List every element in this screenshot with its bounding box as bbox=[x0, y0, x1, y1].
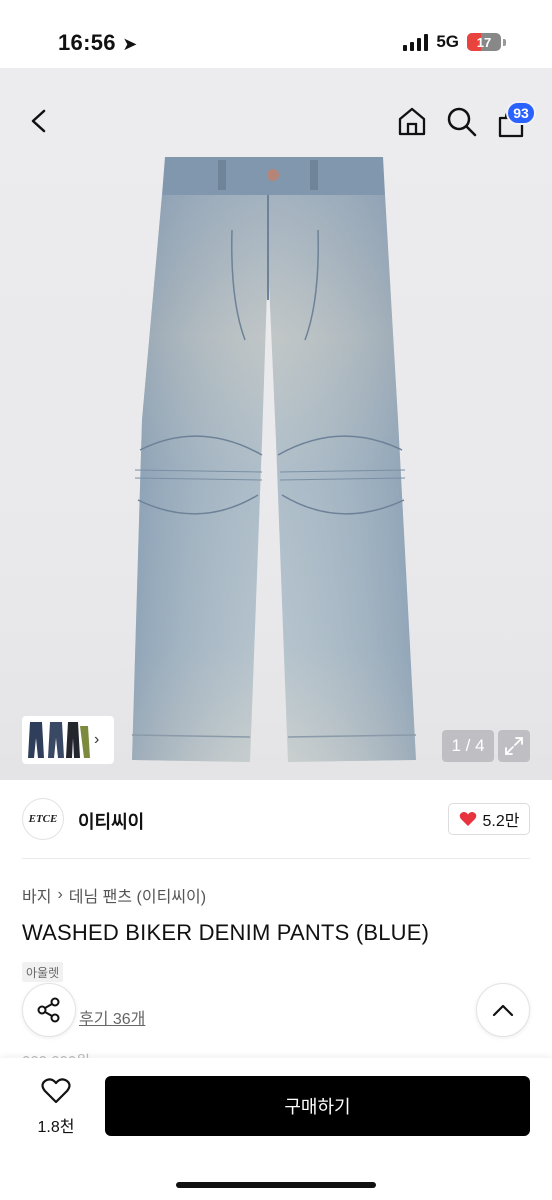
price-text: 000,000원 bbox=[22, 1050, 90, 1058]
chevron-up-icon bbox=[492, 1004, 514, 1017]
home-icon[interactable] bbox=[396, 105, 428, 137]
share-icon bbox=[37, 997, 60, 1023]
thumbnail-images bbox=[28, 722, 90, 758]
heart-icon bbox=[459, 812, 476, 826]
status-time: 16:56 ➤ bbox=[58, 30, 138, 55]
battery-icon: 17 bbox=[467, 33, 501, 51]
search-icon[interactable] bbox=[446, 106, 478, 138]
wishlist-button[interactable]: 1.8천 bbox=[26, 1078, 86, 1137]
cart-count-badge: 93 bbox=[506, 101, 536, 125]
thumbnail-strip[interactable]: › bbox=[22, 716, 114, 764]
outlet-badge: 아울렛 bbox=[22, 962, 64, 982]
back-icon[interactable] bbox=[28, 108, 50, 134]
chevron-right-icon: › bbox=[94, 731, 100, 748]
brand-logo[interactable]: ETCE bbox=[22, 798, 64, 840]
breadcrumb: 바지 › 데님 팬츠 (이티씨이) bbox=[22, 883, 206, 907]
jeans-image bbox=[131, 157, 417, 762]
share-button[interactable] bbox=[22, 983, 76, 1037]
product-title: WASHED BIKER DENIM PANTS (BLUE) bbox=[22, 920, 430, 945]
chevron-right-icon: › bbox=[57, 886, 63, 903]
review-link[interactable]: 후기 36개 bbox=[79, 1005, 145, 1029]
breadcrumb-category[interactable]: 바지 bbox=[22, 883, 51, 907]
image-counter: 1 / 4 bbox=[442, 730, 494, 762]
expand-button[interactable] bbox=[498, 730, 530, 762]
location-arrow-icon: ➤ bbox=[122, 34, 138, 54]
brand-like-button[interactable]: 5.2만 bbox=[448, 803, 530, 835]
brand-like-count: 5.2만 bbox=[482, 813, 520, 830]
heart-outline-icon bbox=[41, 1078, 71, 1104]
expand-icon bbox=[505, 737, 523, 755]
brand-name[interactable]: 이티씨이 bbox=[78, 808, 144, 834]
home-indicator bbox=[176, 1182, 376, 1188]
network-label: 5G bbox=[436, 32, 459, 51]
battery-cap bbox=[503, 38, 506, 46]
scroll-top-button[interactable] bbox=[476, 983, 530, 1037]
wishlist-count: 1.8천 bbox=[37, 1119, 75, 1136]
signal-icon bbox=[403, 33, 429, 51]
status-indicators: 5G 17 bbox=[403, 32, 506, 52]
breadcrumb-subcategory[interactable]: 데님 팬츠 (이티씨이) bbox=[69, 883, 206, 907]
divider bbox=[22, 858, 530, 859]
product-image[interactable] bbox=[0, 68, 552, 780]
buy-button[interactable]: 구매하기 bbox=[105, 1076, 530, 1136]
